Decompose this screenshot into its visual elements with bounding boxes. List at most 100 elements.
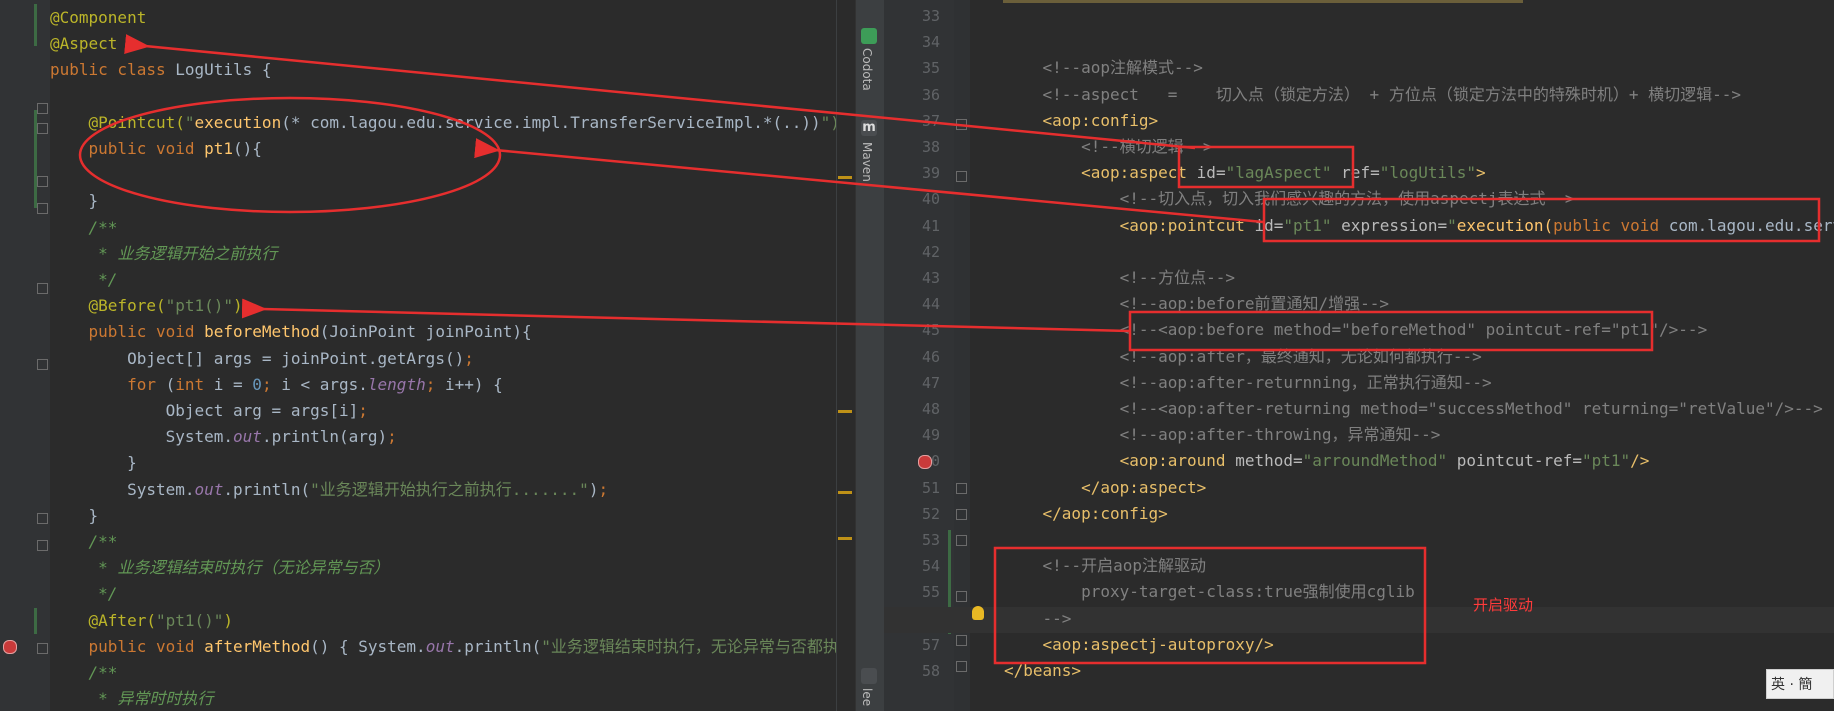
code-token: public class <box>50 60 176 80</box>
code-line[interactable]: <!--<aop:before method="beforeMethod" po… <box>1004 317 1708 343</box>
search-highlight-bar <box>1003 0 1523 3</box>
code-line[interactable]: /** <box>50 215 118 241</box>
code-line[interactable]: @After("pt1()") <box>50 608 234 634</box>
fold-toggle-icon[interactable] <box>37 203 48 214</box>
code-line[interactable]: } <box>50 503 99 529</box>
right-editor-pane[interactable]: 3334353637383940414243444546474849505152… <box>884 0 1834 711</box>
code-line[interactable]: /** <box>50 660 118 686</box>
code-line[interactable]: <aop:aspect id="lagAspect" ref="logUtils… <box>1004 160 1486 186</box>
code-line[interactable]: </aop:aspect> <box>1004 475 1206 501</box>
code-line[interactable]: @Aspect <box>50 31 117 57</box>
code-line[interactable]: <!--aspect = 切入点（锁定方法） + 方位点（锁定方法中的特殊时机）… <box>1004 82 1741 108</box>
code-token: aop:config <box>1061 503 1159 523</box>
fold-toggle-icon[interactable] <box>37 643 48 654</box>
code-token: <!--<aop:before method="beforeMethod" po… <box>1004 320 1708 340</box>
code-line[interactable]: <!--<aop:after-returning method="success… <box>1004 396 1823 422</box>
maven-icon[interactable]: m <box>861 120 877 136</box>
code-line[interactable]: @Before("pt1()") <box>50 293 243 319</box>
code-line[interactable]: public void afterMethod() { System.out.p… <box>50 634 839 660</box>
code-line[interactable]: */ <box>50 267 117 293</box>
fold-toggle-icon[interactable] <box>956 171 967 182</box>
code-token: < <box>1004 634 1053 654</box>
code-line[interactable]: public void beforeMethod(JoinPoint joinP… <box>50 319 532 345</box>
code-token: <!--横切逻辑--> <box>1004 137 1213 156</box>
line-number: 54 <box>921 557 940 576</box>
code-token: public void <box>50 322 205 342</box>
code-line[interactable]: </beans> <box>1004 658 1081 684</box>
fold-toggle-icon[interactable] <box>956 661 967 672</box>
code-line[interactable]: * 异常时时执行 <box>50 686 213 711</box>
code-line[interactable]: <!--aop:after-throwing，异常通知--> <box>1004 422 1441 448</box>
fold-toggle-icon[interactable] <box>956 483 967 494</box>
fold-toggle-icon[interactable] <box>37 283 48 294</box>
fold-toggle-icon[interactable] <box>37 540 48 551</box>
fold-toggle-icon[interactable] <box>956 635 967 646</box>
code-line[interactable]: */ <box>50 581 117 607</box>
code-line[interactable]: * 业务逻辑开始之前执行 <box>50 241 277 267</box>
leetcode-tab[interactable]: lee <box>860 688 874 706</box>
lightbulb-icon[interactable] <box>972 606 984 620</box>
line-number: 34 <box>921 33 940 52</box>
code-line[interactable]: <!--切入点，切入我们感兴趣的方法，使用aspectj表达式--> <box>1004 186 1575 212</box>
codota-tab[interactable]: Codota <box>860 48 874 91</box>
code-line[interactable]: @Pointcut("execution(* com.lagou.edu.ser… <box>50 110 840 136</box>
code-line[interactable]: </aop:config> <box>1004 501 1168 527</box>
code-line[interactable]: proxy-target-class:true强制使用cglib <box>1004 579 1415 605</box>
code-token: <!--切入点，切入我们感兴趣的方法，使用aspectj表达式--> <box>1004 189 1575 209</box>
code-line[interactable]: for (int i = 0; i < args.length; i++) { <box>50 372 503 398</box>
fold-toggle-icon[interactable] <box>956 509 967 520</box>
ime-indicator[interactable]: 英 · 簡 <box>1766 669 1834 699</box>
codota-icon[interactable] <box>861 28 877 44</box>
code-token: ) <box>588 479 599 499</box>
code-line[interactable]: <!--方位点--> <box>1004 265 1235 291</box>
fold-toggle-icon[interactable] <box>37 123 48 134</box>
left-editor-pane[interactable]: @Component @Aspect public class LogUtils {… <box>0 0 855 711</box>
code-line[interactable]: @Component <box>50 5 146 31</box>
line-number: 47 <box>921 373 940 392</box>
code-line[interactable]: <!--aop:before前置通知/增强--> <box>1004 291 1389 317</box>
code-token: pt1 <box>204 139 234 158</box>
code-line[interactable]: <!--aop:after-returnning，正常执行通知--> <box>1004 370 1492 396</box>
fold-toggle-icon[interactable] <box>37 359 48 370</box>
code-line[interactable]: Object arg = args[i]; <box>50 398 368 424</box>
code-line[interactable]: <aop:around method="arroundMethod" point… <box>1004 448 1650 474</box>
fold-toggle-icon[interactable] <box>956 591 967 602</box>
code-token: " <box>1447 215 1457 235</box>
code-line[interactable]: --> <box>1004 606 1072 632</box>
code-line[interactable]: <!--aop注解模式--> <box>1004 55 1203 81</box>
code-line[interactable]: } <box>50 450 137 476</box>
fold-toggle-icon[interactable] <box>37 513 48 524</box>
override-gutter-icon[interactable] <box>3 640 17 654</box>
code-line[interactable]: <!--横切逻辑--> <box>1004 134 1213 160</box>
line-number: 46 <box>921 347 940 366</box>
code-line[interactable]: <aop:aspectj-autoproxy/> <box>1004 632 1274 658</box>
code-line[interactable]: <aop:pointcut id="pt1" expression="execu… <box>1004 213 1834 239</box>
code-line[interactable]: } <box>50 188 99 214</box>
code-line[interactable]: public void pt1(){ <box>50 136 262 162</box>
code-token: /** <box>50 532 118 551</box>
code-token: @Component <box>50 8 147 27</box>
code-line[interactable]: Object[] args = joinPoint.getArgs(); <box>50 346 474 372</box>
fold-toggle-icon[interactable] <box>37 176 48 187</box>
maven-tab[interactable]: Maven <box>860 142 874 182</box>
code-token: ; <box>261 374 282 394</box>
implementation-gutter-icon[interactable] <box>918 455 932 469</box>
code-line[interactable]: <!--开启aop注解驱动 <box>1004 553 1206 579</box>
line-number: 42 <box>921 242 940 261</box>
code-line[interactable]: <!--aop:after，最终通知，无论如何都执行--> <box>1004 344 1482 370</box>
code-token: < <box>1004 110 1053 130</box>
code-line[interactable]: public class LogUtils { <box>50 57 272 83</box>
code-token: com.lagou.edu.serv <box>1668 215 1834 235</box>
fold-toggle-icon[interactable] <box>37 103 48 114</box>
code-line[interactable]: * 业务逻辑结束时执行（无论异常与否） <box>50 555 389 581</box>
code-line[interactable]: System.out.println(arg); <box>50 424 397 450</box>
fold-toggle-icon[interactable] <box>956 119 967 130</box>
code-line[interactable]: /** <box>50 529 118 555</box>
line-number: 41 <box>921 216 940 235</box>
code-line[interactable]: <aop:config> <box>1004 108 1159 134</box>
left-editor-scrollbar[interactable] <box>836 0 855 711</box>
code-token: /> <box>1254 634 1274 654</box>
code-line[interactable]: System.out.println("业务逻辑开始执行之前执行......."… <box>50 477 608 503</box>
fold-toggle-icon[interactable] <box>956 535 967 546</box>
leetcode-icon[interactable] <box>861 668 877 684</box>
